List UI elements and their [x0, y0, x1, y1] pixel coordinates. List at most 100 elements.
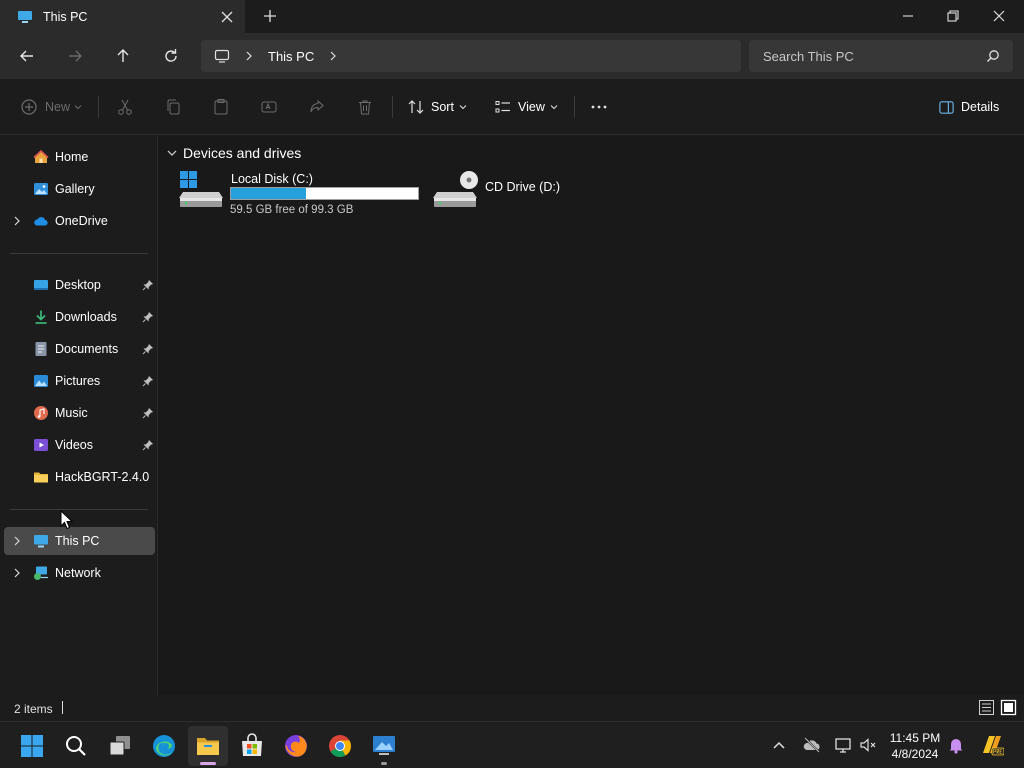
- bell-icon[interactable]: [946, 735, 966, 755]
- breadcrumb-this-pc[interactable]: This PC: [268, 49, 314, 64]
- sort-button[interactable]: Sort: [407, 96, 467, 118]
- divider: [10, 253, 148, 254]
- chevron-right-icon[interactable]: [12, 216, 22, 226]
- sidebar-item-desktop[interactable]: Desktop: [4, 271, 155, 299]
- back-icon[interactable]: [17, 46, 37, 66]
- more-options-button[interactable]: [590, 96, 608, 118]
- drive-free-space: 59.5 GB free of 99.3 GB: [230, 204, 354, 216]
- pin-icon[interactable]: [142, 279, 154, 291]
- sidebar-item-documents[interactable]: Documents: [4, 335, 155, 363]
- sidebar-item-this-pc[interactable]: This PC: [4, 527, 155, 555]
- chrome-button[interactable]: [320, 726, 360, 766]
- sidebar-item-label: Documents: [55, 342, 119, 356]
- details-view-icon[interactable]: [978, 699, 995, 716]
- command-bar: New Sort View Details: [0, 79, 1024, 135]
- sidebar-item-label: Downloads: [55, 310, 117, 324]
- drive-name: CD Drive (D:): [485, 180, 560, 194]
- pin-icon[interactable]: [142, 439, 154, 451]
- sidebar-item-onedrive[interactable]: OneDrive: [4, 207, 155, 235]
- search-input[interactable]: [763, 40, 983, 72]
- chevron-right-icon[interactable]: [328, 51, 338, 61]
- chevron-right-icon[interactable]: [12, 536, 22, 546]
- edge-icon: [153, 735, 175, 757]
- status-bar: 2 items: [0, 695, 1024, 721]
- onedrive-offline-icon[interactable]: [802, 735, 822, 755]
- music-icon: [34, 406, 48, 420]
- sidebar-item-videos[interactable]: Videos: [4, 431, 155, 459]
- minimize-icon[interactable]: [899, 7, 917, 25]
- sidebar-item-label: Home: [55, 150, 89, 164]
- group-title: Devices and drives: [183, 145, 302, 161]
- file-explorer-button[interactable]: [188, 726, 228, 766]
- view-button[interactable]: View: [494, 96, 558, 118]
- restore-icon[interactable]: [944, 7, 962, 25]
- search-button[interactable]: [56, 726, 96, 766]
- drive-name: Local Disk (C:): [231, 172, 313, 186]
- copy-button[interactable]: [164, 96, 182, 118]
- download-icon: [35, 310, 47, 324]
- forward-icon[interactable]: [65, 46, 85, 66]
- start-button[interactable]: [12, 726, 52, 766]
- mouse-cursor-icon: [60, 510, 74, 530]
- capacity-bar: [230, 187, 419, 200]
- view-icon: [495, 101, 510, 113]
- refresh-icon[interactable]: [161, 46, 181, 66]
- drive-cd-d[interactable]: CD Drive (D:): [433, 170, 593, 220]
- up-icon[interactable]: [113, 46, 133, 66]
- copilot-preview-icon[interactable]: [980, 733, 1004, 757]
- pin-icon[interactable]: [142, 343, 154, 355]
- navigation-pane: Home Gallery OneDrive Desktop Downloads …: [0, 136, 158, 695]
- close-window-icon[interactable]: [990, 7, 1008, 25]
- edge-button[interactable]: [144, 726, 184, 766]
- sidebar-item-music[interactable]: Music: [4, 399, 155, 427]
- close-tab-icon[interactable]: [219, 9, 235, 25]
- sidebar-item-downloads[interactable]: Downloads: [4, 303, 155, 331]
- pin-icon[interactable]: [142, 407, 154, 419]
- address-bar[interactable]: This PC: [201, 40, 741, 72]
- pin-icon[interactable]: [142, 311, 154, 323]
- group-header[interactable]: Devices and drives: [167, 145, 301, 161]
- sidebar-item-label: Pictures: [55, 374, 101, 388]
- search-icon[interactable]: [986, 49, 1000, 63]
- chevron-down-icon: [74, 105, 82, 110]
- clock-date: 4/8/2024: [891, 747, 939, 761]
- network-status-icon[interactable]: [834, 735, 854, 755]
- details-button[interactable]: Details: [938, 96, 999, 118]
- tiles-view-icon[interactable]: [1000, 699, 1017, 716]
- firefox-button[interactable]: [276, 726, 316, 766]
- paste-button[interactable]: [212, 96, 230, 118]
- remote-desktop-button[interactable]: [364, 726, 404, 766]
- store-button[interactable]: [232, 726, 272, 766]
- sidebar-item-network[interactable]: Network: [4, 559, 155, 587]
- task-view-button[interactable]: [100, 726, 140, 766]
- delete-button[interactable]: [356, 96, 374, 118]
- monitor-icon: [214, 49, 230, 63]
- sidebar-item-label: HackBGRT-2.4.0: [55, 470, 150, 484]
- sort-icon: [408, 100, 424, 114]
- rename-button[interactable]: [260, 96, 278, 118]
- sidebar-item-hackbgrt[interactable]: HackBGRT-2.4.0: [4, 463, 155, 491]
- video-icon: [34, 439, 48, 451]
- sidebar-item-pictures[interactable]: Pictures: [4, 367, 155, 395]
- tab-this-pc[interactable]: This PC: [0, 0, 245, 33]
- search-box[interactable]: [749, 40, 1013, 72]
- sidebar-item-label: Gallery: [55, 182, 95, 196]
- home-icon: [33, 149, 49, 163]
- chevron-right-icon[interactable]: [244, 51, 254, 61]
- drive-local-disk-c[interactable]: Local Disk (C:) 59.5 GB free of 99.3 GB: [179, 170, 424, 220]
- chevron-up-icon[interactable]: [769, 735, 789, 755]
- cut-button[interactable]: [116, 96, 134, 118]
- clock[interactable]: 11:45 PM 4/8/2024: [880, 730, 950, 762]
- remote-desktop-icon: [373, 736, 395, 755]
- new-button[interactable]: New: [20, 96, 82, 118]
- pin-icon[interactable]: [142, 375, 154, 387]
- sidebar-item-home[interactable]: Home: [4, 143, 155, 171]
- sidebar-item-label: Music: [55, 406, 88, 420]
- share-icon: [310, 99, 324, 113]
- chevron-right-icon[interactable]: [12, 568, 22, 578]
- new-tab-icon[interactable]: [262, 8, 278, 24]
- volume-muted-icon[interactable]: [858, 735, 878, 755]
- share-button[interactable]: [308, 96, 326, 118]
- details-pane-icon: [939, 100, 954, 114]
- sidebar-item-gallery[interactable]: Gallery: [4, 175, 155, 203]
